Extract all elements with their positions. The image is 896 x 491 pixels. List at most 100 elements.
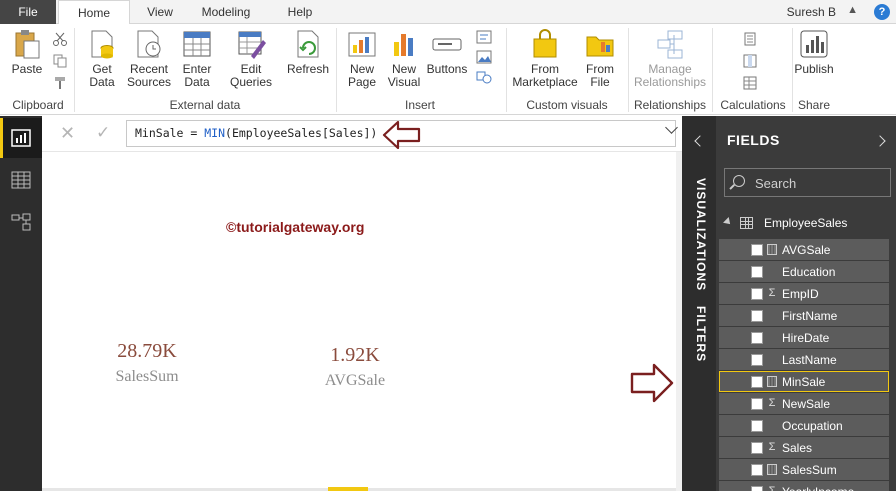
commit-formula-icon[interactable]: ✓ [96,123,110,143]
model-view-button[interactable] [0,202,42,242]
tab-view[interactable]: View [136,0,184,24]
sigma-icon: Σ [768,485,776,491]
field-checkbox[interactable] [751,288,763,300]
refresh-button[interactable]: Refresh [286,28,330,76]
tab-modeling[interactable]: Modeling [190,0,262,24]
buttons-label: Buttons [426,62,468,76]
active-page-indicator[interactable] [328,487,368,491]
table-name: EmployeeSales [764,216,848,230]
text-box-icon[interactable] [476,30,492,44]
enter-data-button[interactable]: Enter Data [178,28,216,89]
copy-icon[interactable] [52,54,68,68]
group-label-external-data: External data [169,98,241,112]
ribbon-separator [628,28,629,112]
field-name: YearlyIncome [782,485,854,491]
publish-label: Publish [794,62,834,76]
help-icon[interactable]: ? [874,4,890,20]
image-icon[interactable] [476,50,492,64]
report-view-button[interactable] [0,118,42,158]
collapse-ribbon-icon[interactable]: ▲ [847,4,858,16]
collapse-fields-chevron-icon[interactable] [874,135,886,147]
group-label-insert: Insert [404,98,435,112]
tab-file[interactable]: File [0,0,56,24]
new-table-icon[interactable] [742,76,758,90]
annotation-arrow-left-icon [382,120,421,150]
manage-relationships-button[interactable]: Manage Relationships [632,28,708,89]
relationships-icon [654,28,686,60]
visualizations-pane-tab[interactable]: VISUALIZATIONS [690,178,708,291]
recent-sources-icon [133,28,165,60]
field-item-firstname[interactable]: FirstName [719,305,889,326]
field-checkbox[interactable] [751,398,763,410]
field-checkbox[interactable] [751,420,763,432]
ribbon-separator [506,28,507,112]
card-avgsale-label: AVGSale [324,372,386,389]
from-file-button[interactable]: From File [580,28,620,89]
report-canvas[interactable]: ©tutorialgateway.org 28.79K SalesSum 1.9… [42,152,682,491]
formula-function: MIN [204,126,226,140]
field-item-newsale[interactable]: Σ NewSale [719,393,889,414]
field-checkbox[interactable] [751,310,763,322]
search-placeholder: Search [755,176,797,191]
field-checkbox[interactable] [751,376,763,388]
enter-data-label: Enter Data [182,62,212,89]
signed-in-user[interactable]: Suresh B [787,0,836,24]
from-marketplace-button[interactable]: From Marketplace [512,28,578,89]
field-item-empid[interactable]: Σ EmpID [719,283,889,304]
filters-pane-tab[interactable]: FILTERS [690,306,708,362]
field-item-lastname[interactable]: LastName [719,349,889,370]
tab-help[interactable]: Help [272,0,328,24]
field-item-sales[interactable]: Σ Sales [719,437,889,458]
field-item-minsale[interactable]: MinSale [719,371,889,392]
new-page-button[interactable]: New Page [342,28,382,89]
buttons-button[interactable]: Buttons [424,28,470,76]
edit-queries-icon [235,28,267,60]
table-icon [740,217,753,229]
cut-icon[interactable] [52,32,68,46]
expand-visualizations-chevron-icon[interactable] [694,135,706,147]
field-checkbox[interactable] [751,442,763,454]
shapes-icon[interactable] [476,70,492,84]
table-node-employeesales[interactable]: EmployeeSales [716,212,896,236]
measure-name: MinSale [135,126,184,140]
fields-pane-title: FIELDS [727,132,780,148]
publish-button[interactable]: Publish [794,28,834,76]
formula-argument: (EmployeeSales[Sales]) [225,126,378,140]
fields-search-input[interactable]: Search [724,168,891,197]
tab-home[interactable]: Home [58,0,130,25]
new-visual-button[interactable]: New Visual [384,28,424,89]
get-data-button[interactable]: Get Data [82,28,122,89]
get-data-label: Get Data [89,62,115,89]
field-item-avgsale[interactable]: AVGSale [719,239,889,260]
ribbon-separator [74,28,75,112]
card-avgsale-value: 1.92K [330,344,380,366]
ribbon-home: Paste Clipboard Get Data Recent Sources [0,24,896,115]
field-checkbox[interactable] [751,486,763,491]
new-column-icon[interactable] [742,54,758,68]
field-checkbox[interactable] [751,354,763,366]
sigma-icon: Σ [768,397,776,409]
cancel-formula-icon[interactable]: ✕ [60,123,75,144]
paste-button[interactable]: Paste [8,28,46,76]
enter-data-icon [181,28,213,60]
field-item-occupation[interactable]: Occupation [719,415,889,436]
new-visual-label: New Visual [387,62,421,89]
field-checkbox[interactable] [751,244,763,256]
collapsed-panes: VISUALIZATIONS FILTERS [682,116,716,491]
data-view-button[interactable] [0,160,42,200]
expand-triangle-icon[interactable] [723,217,733,227]
field-checkbox[interactable] [751,332,763,344]
field-item-hiredate[interactable]: HireDate [719,327,889,348]
field-item-education[interactable]: Education [719,261,889,282]
field-checkbox[interactable] [751,464,763,476]
field-item-yearlyincome[interactable]: Σ YearlyIncome [719,481,889,491]
refresh-icon [292,28,324,60]
new-page-label: New Page [347,62,377,89]
format-painter-icon[interactable] [52,76,68,90]
field-item-salessum[interactable]: SalesSum [719,459,889,480]
field-checkbox[interactable] [751,266,763,278]
group-label-clipboard: Clipboard [12,98,64,112]
new-measure-icon[interactable] [742,32,758,46]
recent-sources-button[interactable]: Recent Sources [122,28,176,89]
edit-queries-button[interactable]: Edit Queries [226,28,276,89]
